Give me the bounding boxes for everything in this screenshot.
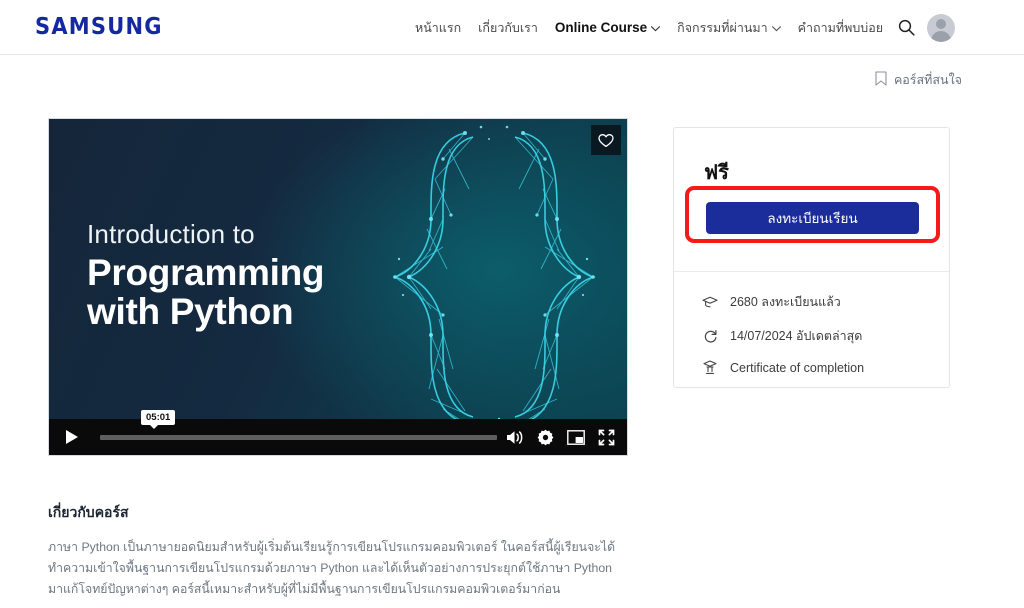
course-enroll-card: ฟรี ลงทะเบียนเรียน 2680 ลงทะเบียนแล้ว 14… xyxy=(673,127,950,388)
nav-item-faq-label: คำถามที่พบบ่อย xyxy=(797,20,884,35)
about-course-paragraph: ภาษา Python เป็นภาษายอดนิยมสำหรับผู้เริ่… xyxy=(48,540,616,597)
meta-row-enrolled: 2680 ลงทะเบียนแล้ว xyxy=(702,292,949,312)
nav-item-past-activities[interactable]: กิจกรรมที่ผ่านมา xyxy=(677,18,781,38)
about-course-heading: เกี่ยวกับคอร์ส xyxy=(48,504,129,520)
meta-text-updated: 14/07/2024 อัปเดตล่าสุด xyxy=(730,329,863,343)
site-header: SAMSUNG หน้าแรก เกี่ยวกับเรา Online Cour… xyxy=(0,0,1024,55)
nav-item-about-us[interactable]: เกี่ยวกับเรา xyxy=(478,18,538,38)
meta-text-enrolled: 2680 ลงทะเบียนแล้ว xyxy=(730,295,841,309)
video-time-tooltip: 05:01 xyxy=(141,410,176,429)
volume-icon[interactable] xyxy=(505,429,524,446)
nav-item-about-us-label: เกี่ยวกับเรา xyxy=(478,20,538,35)
nav-item-online-course[interactable]: Online Course xyxy=(554,20,661,35)
chevron-down-icon xyxy=(771,24,781,34)
video-progress-track xyxy=(100,434,497,440)
nav-item-home-label: หน้าแรก xyxy=(415,20,462,35)
meta-row-certificate: Certificate of completion xyxy=(702,360,949,375)
main-navigation: หน้าแรก เกี่ยวกับเรา Online Course กิจกร… xyxy=(415,0,883,55)
fullscreen-icon[interactable] xyxy=(598,429,615,446)
course-card-top: ฟรี ลงทะเบียนเรียน xyxy=(674,128,949,272)
nav-item-past-activities-label: กิจกรรมที่ผ่านมา xyxy=(677,20,768,35)
header-actions xyxy=(898,0,955,55)
play-icon[interactable] xyxy=(49,419,94,455)
video-control-icons xyxy=(505,429,627,446)
enroll-button[interactable]: ลงทะเบียนเรียน xyxy=(706,202,919,234)
certificate-icon xyxy=(702,360,718,375)
course-price: ฟรี xyxy=(704,162,729,184)
nav-item-online-course-label: Online Course xyxy=(554,20,648,35)
nav-item-home[interactable]: หน้าแรก xyxy=(415,18,461,38)
about-course-section: เกี่ยวกับคอร์ส ภาษา Python เป็นภาษายอดนิ… xyxy=(48,502,628,600)
course-meta-list: 2680 ลงทะเบียนแล้ว 14/07/2024 อัปเดตล่าส… xyxy=(674,272,949,375)
curly-brace-wireframe-graphic xyxy=(369,119,619,439)
graduation-cap-icon xyxy=(702,296,718,309)
video-title-line2: Programming xyxy=(87,252,325,293)
nav-item-faq[interactable]: คำถามที่พบบ่อย xyxy=(798,18,883,38)
bookmark-icon xyxy=(875,71,887,89)
samsung-logo[interactable]: SAMSUNG xyxy=(35,13,163,40)
chevron-down-icon xyxy=(651,24,661,34)
video-title-overlay: Introduction to Programming with Python xyxy=(87,219,325,333)
settings-gear-icon[interactable] xyxy=(537,429,554,446)
saved-courses-link[interactable]: คอร์สที่สนใจ xyxy=(875,70,962,90)
search-icon[interactable] xyxy=(898,19,915,36)
refresh-icon xyxy=(702,329,718,344)
video-title-line3: with Python xyxy=(87,291,294,333)
picture-in-picture-icon[interactable] xyxy=(567,429,585,445)
heart-outline-icon[interactable] xyxy=(591,125,621,155)
meta-row-updated: 14/07/2024 อัปเดตล่าสุด xyxy=(702,326,949,346)
saved-courses-label: คอร์สที่สนใจ xyxy=(893,73,962,87)
video-controls-bar xyxy=(49,419,627,455)
course-video-player[interactable]: Introduction to Programming with Python … xyxy=(48,118,628,456)
meta-text-certificate: Certificate of completion xyxy=(730,360,865,375)
user-avatar-icon[interactable] xyxy=(927,13,955,42)
video-title-line1: Introduction to xyxy=(87,219,255,249)
